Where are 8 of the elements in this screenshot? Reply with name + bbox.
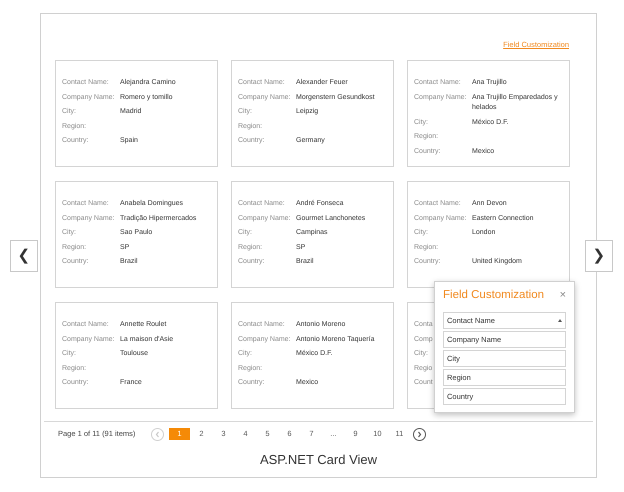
previous-button[interactable]: ❮	[10, 240, 38, 272]
close-button[interactable]: ×	[560, 290, 566, 302]
chevron-right-icon	[417, 430, 422, 438]
caption: ASP.NET Card View	[260, 451, 378, 469]
chevron-left-icon	[155, 430, 160, 438]
next-page-button[interactable]	[413, 428, 426, 440]
popup-title: Field Customization	[443, 288, 544, 303]
next-button[interactable]: ❯	[585, 240, 613, 272]
